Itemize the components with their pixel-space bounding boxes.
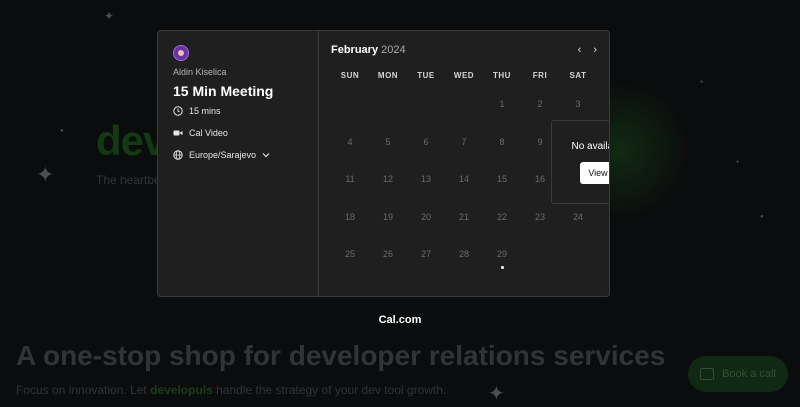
weekday-label: TUE [417, 71, 435, 80]
weekday-label: THU [493, 71, 511, 80]
weekday-label: FRI [532, 71, 548, 80]
calendar-day: 24 [572, 211, 583, 222]
calendar-panel: February 2024 ‹ › SUN MON TUE WED THU FRI SAT … [319, 31, 609, 296]
calendar-day: 22 [496, 211, 507, 222]
calendar-blank [331, 89, 369, 127]
month-label: February 2024 [331, 44, 406, 56]
timezone-select[interactable]: Europe/Sarajevo [173, 150, 303, 160]
cal-com-branding[interactable]: Cal.com [0, 314, 800, 326]
host-name: Aldin Kiselica [173, 67, 227, 77]
calendar-day: 12 [382, 174, 393, 184]
video-camera-icon [173, 130, 183, 136]
calendar-blank [407, 89, 445, 127]
clock-icon [173, 106, 183, 116]
calendar-day: 25 [344, 249, 355, 259]
calendar-day: 27 [420, 249, 431, 259]
event-duration: 15 mins [173, 106, 303, 116]
previous-month-button[interactable]: ‹ [578, 43, 582, 57]
calendar-day: 23 [534, 211, 545, 222]
calendar-day: 19 [382, 211, 393, 222]
calendar-day: 6 [423, 136, 429, 147]
host-avatar [173, 45, 189, 61]
globe-icon [173, 150, 183, 160]
event-info-panel: Aldin Kiselica 15 Min Meeting 15 mins Ca… [158, 31, 319, 296]
chevron-down-icon [262, 153, 270, 158]
calendar-day: 26 [382, 249, 393, 259]
calendar-day: 5 [385, 136, 391, 147]
calendar-header: February 2024 ‹ › [331, 43, 597, 57]
no-availability-message: No availability in February [571, 141, 609, 152]
weekday-label: SAT [569, 71, 587, 80]
weekday-label: MON [377, 71, 399, 80]
calendar-day: 20 [420, 211, 431, 222]
no-availability-card: No availability in February View next mo… [551, 120, 609, 204]
weekday-header: SUN MON TUE WED THU FRI SAT [331, 71, 597, 80]
calendar-day: 11 [345, 174, 355, 184]
calendar-day: 21 [458, 211, 469, 222]
weekday-label: SUN [340, 71, 360, 80]
event-location: Cal Video [173, 128, 303, 138]
calendar-day: 18 [344, 211, 355, 222]
calendar-day: 15 [496, 174, 507, 184]
calendar-day: 29 [483, 239, 521, 277]
calendar-blank [369, 89, 407, 127]
calendar-day: 14 [458, 174, 469, 184]
calendar-day: 4 [347, 136, 353, 147]
calendar-day: 13 [420, 174, 431, 184]
calendar-blank [445, 89, 483, 127]
event-title: 15 Min Meeting [173, 83, 274, 99]
calendar-day: 7 [461, 136, 467, 147]
view-next-month-button[interactable]: View next month [580, 162, 609, 184]
calendar-day: 8 [499, 136, 505, 147]
weekday-label: WED [453, 71, 475, 80]
next-month-button[interactable]: › [593, 43, 597, 57]
calendar-day: 28 [458, 249, 469, 259]
calendar-day: 1 [499, 99, 505, 109]
booking-modal: Aldin Kiselica 15 Min Meeting 15 mins Ca… [157, 30, 610, 297]
